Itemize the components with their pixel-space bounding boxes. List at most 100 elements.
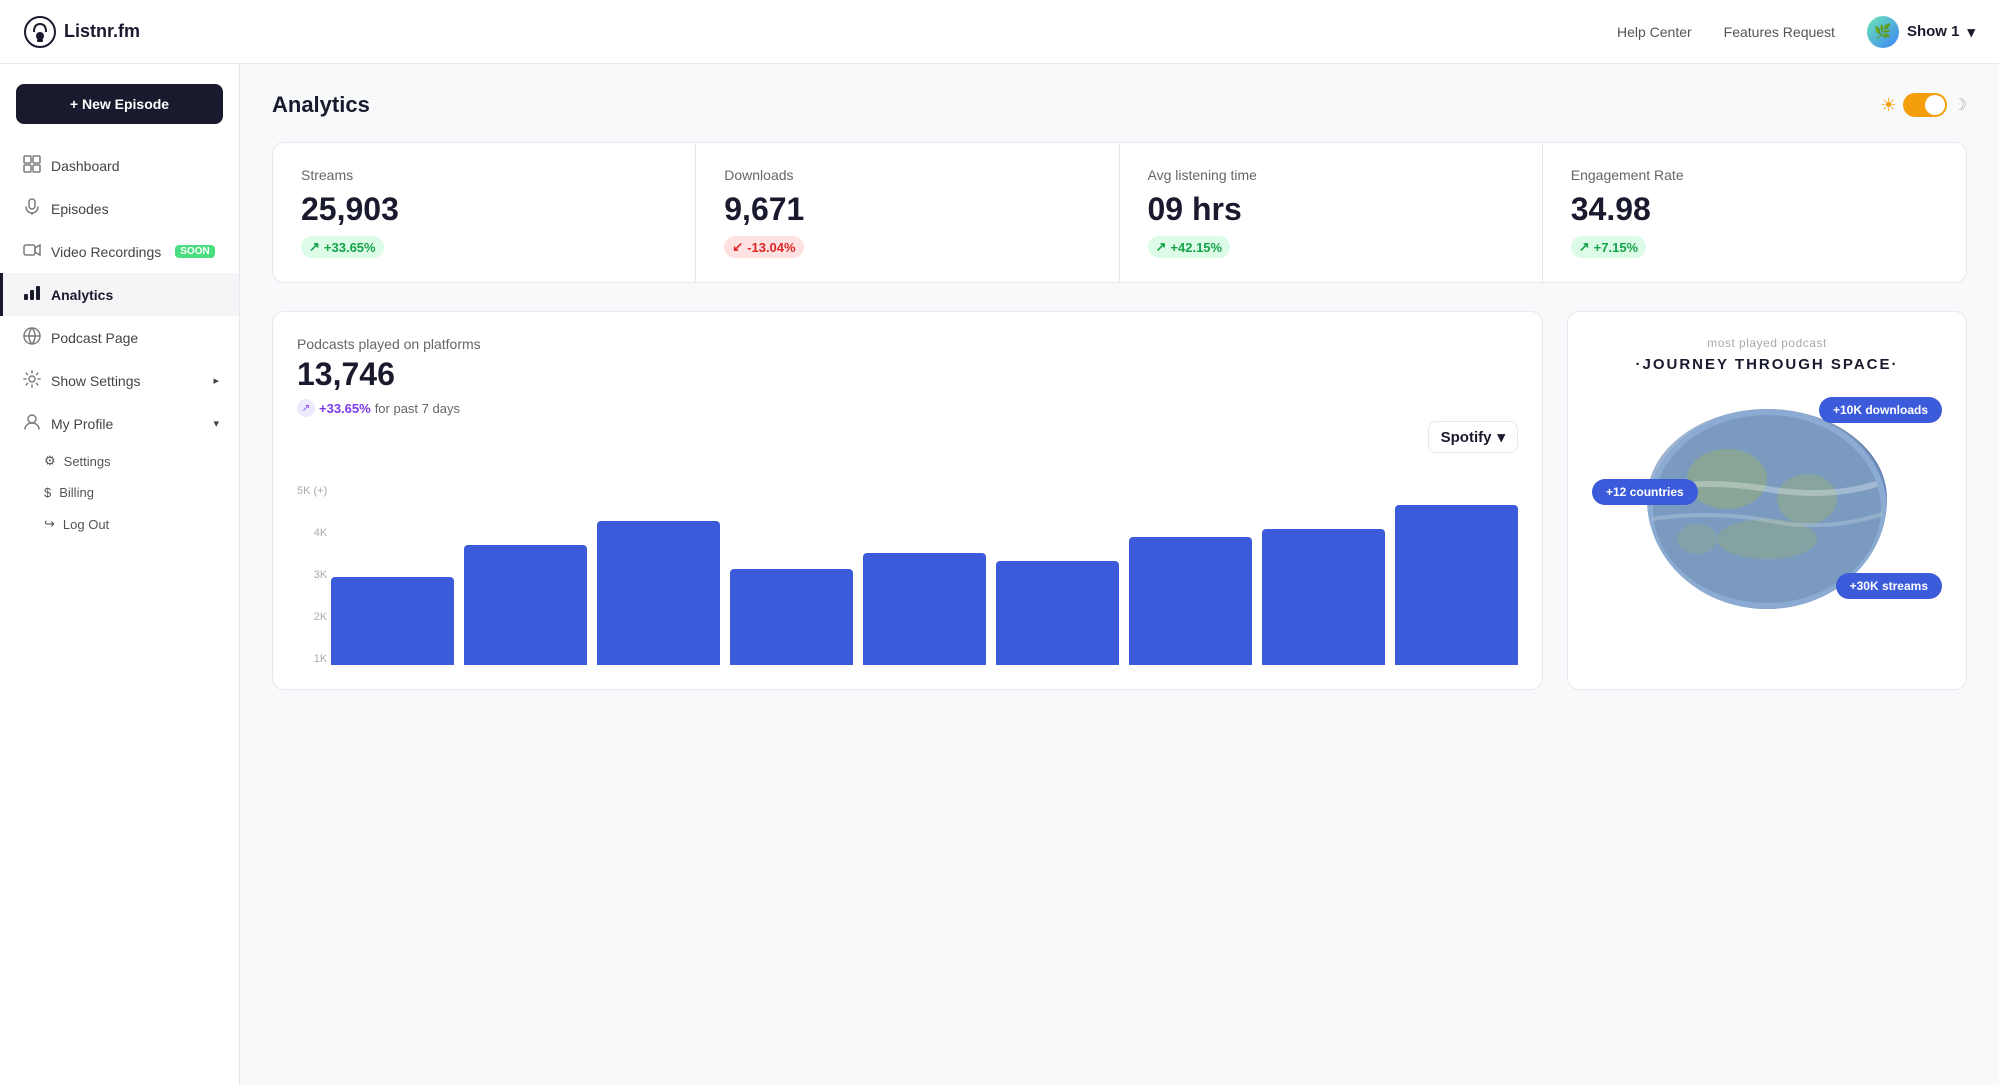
sidebar-item-show-settings[interactable]: Show Settings ▸	[0, 359, 239, 402]
chart-bar[interactable]	[730, 569, 853, 665]
settings-icon	[23, 370, 41, 391]
sidebar-item-label: Show Settings	[51, 373, 141, 389]
sidebar-sub-billing[interactable]: $ Billing	[44, 477, 239, 508]
sidebar-item-label: Episodes	[51, 201, 109, 217]
chart-bar[interactable]	[1262, 529, 1385, 665]
globe-icon	[23, 327, 41, 348]
sidebar-item-my-profile[interactable]: My Profile ▾	[0, 402, 239, 445]
gear-icon: ⚙	[44, 453, 56, 469]
trend-icon: ↗	[297, 399, 315, 417]
chart-change-period: for past 7 days	[375, 401, 460, 416]
show-selector[interactable]: 🌿 Show 1 ▾	[1867, 16, 1975, 48]
stat-value: 25,903	[301, 191, 667, 228]
main-content: Analytics ☀ ☽ Streams 25,903 ↗ +33.65% D…	[240, 64, 1999, 1085]
sidebar-item-label: My Profile	[51, 416, 113, 432]
stat-label: Downloads	[724, 167, 1090, 183]
platform-name: Spotify	[1441, 429, 1492, 446]
stat-label: Engagement Rate	[1571, 167, 1938, 183]
chart-header: Podcasts played on platforms 13,746 ↗ +3…	[297, 336, 1518, 417]
stats-grid: Streams 25,903 ↗ +33.65% Downloads 9,671…	[272, 142, 1967, 283]
theme-toggle-switch[interactable]	[1903, 93, 1947, 117]
sidebar-item-label: Analytics	[51, 287, 113, 303]
sub-label: Settings	[64, 454, 111, 469]
stat-change-value: +33.65%	[324, 240, 376, 255]
sidebar-item-label: Podcast Page	[51, 330, 138, 346]
logo[interactable]: Listnr.fm	[24, 16, 140, 48]
mic-icon	[23, 198, 41, 219]
most-played-label: most played podcast	[1592, 336, 1942, 350]
stat-change-value: -13.04%	[747, 240, 795, 255]
logo-text: Listnr.fm	[64, 21, 140, 42]
stat-card-avg-listening: Avg listening time 09 hrs ↗ +42.15%	[1120, 143, 1543, 282]
theme-toggle: ☀ ☽	[1881, 93, 1967, 117]
platform-selector[interactable]: Spotify ▾	[1428, 421, 1518, 453]
features-request-link[interactable]: Features Request	[1724, 24, 1835, 40]
chart-bar[interactable]	[1129, 537, 1252, 665]
stat-card-engagement: Engagement Rate 34.98 ↗ +7.15%	[1543, 143, 1966, 282]
show-avatar: 🌿	[1867, 16, 1899, 48]
sidebar-item-video-recordings[interactable]: Video Recordings SOON	[0, 230, 239, 273]
badge-countries[interactable]: +12 countries	[1592, 479, 1698, 505]
stat-value: 09 hrs	[1148, 191, 1514, 228]
new-episode-button[interactable]: + New Episode	[16, 84, 223, 124]
bottom-grid: Podcasts played on platforms 13,746 ↗ +3…	[272, 311, 1967, 690]
y-label: 1K	[297, 653, 327, 665]
stat-change: ↗ +33.65%	[301, 236, 384, 258]
chart-subtitle: ↗ +33.65% for past 7 days	[297, 399, 1518, 417]
header: Listnr.fm Help Center Features Request 🌿…	[0, 0, 1999, 64]
chart-controls: Spotify ▾	[297, 421, 1518, 453]
sidebar-item-analytics[interactable]: Analytics	[0, 273, 239, 316]
y-label: 5K (+)	[297, 485, 327, 497]
stat-label: Avg listening time	[1148, 167, 1514, 183]
layout: + New Episode Dashboard Episodes Video R…	[0, 0, 1999, 1085]
sub-label: Billing	[59, 485, 94, 500]
chevron-down-icon: ▾	[1497, 428, 1505, 446]
stat-change-value: +42.15%	[1170, 240, 1222, 255]
stat-change: ↗ +7.15%	[1571, 236, 1646, 258]
trend-up-icon: ↗	[309, 239, 320, 255]
sidebar-item-episodes[interactable]: Episodes	[0, 187, 239, 230]
soon-badge: SOON	[175, 245, 214, 258]
help-center-link[interactable]: Help Center	[1617, 24, 1692, 40]
chart-bar[interactable]	[597, 521, 720, 665]
badge-streams[interactable]: +30K streams	[1836, 573, 1942, 599]
show-name: Show 1	[1907, 23, 1960, 40]
trend-down-icon: ↙	[732, 239, 743, 255]
page-title: Analytics	[272, 92, 370, 118]
sidebar-item-label: Dashboard	[51, 158, 120, 174]
chart-bar[interactable]	[863, 553, 986, 665]
moon-icon: ☽	[1953, 95, 1967, 115]
sidebar-sub-logout[interactable]: ↪ Log Out	[44, 508, 239, 540]
y-label: 2K	[297, 611, 327, 623]
y-label: 4K	[297, 527, 327, 539]
stat-change: ↙ -13.04%	[724, 236, 803, 258]
video-icon	[23, 241, 41, 262]
sidebar-item-podcast-page[interactable]: Podcast Page	[0, 316, 239, 359]
sidebar-item-dashboard[interactable]: Dashboard	[0, 144, 239, 187]
chart-bar[interactable]	[1395, 505, 1518, 665]
stat-card-streams: Streams 25,903 ↗ +33.65%	[273, 143, 696, 282]
chevron-right-icon: ▸	[213, 374, 219, 387]
podcast-card: most played podcast ·JOURNEY THROUGH SPA…	[1567, 311, 1967, 690]
profile-submenu: ⚙ Settings $ Billing ↪ Log Out	[0, 445, 239, 540]
bar-chart-icon	[23, 284, 41, 305]
globe-container: +10K downloads +12 countries +30K stream…	[1592, 389, 1942, 609]
badge-downloads[interactable]: +10K downloads	[1819, 397, 1942, 423]
chart-change-pct: +33.65%	[319, 401, 371, 416]
chart-title: Podcasts played on platforms	[297, 336, 1518, 352]
logout-icon: ↪	[44, 516, 55, 532]
stat-value: 34.98	[1571, 191, 1938, 228]
chart-bar[interactable]	[331, 577, 454, 665]
chart-bar[interactable]	[996, 561, 1119, 665]
page-header: Analytics ☀ ☽	[272, 92, 1967, 118]
trend-up-icon: ↗	[1156, 239, 1167, 255]
bars-container	[331, 485, 1518, 665]
header-nav: Help Center Features Request 🌿 Show 1 ▾	[1617, 16, 1975, 48]
sidebar-sub-settings[interactable]: ⚙ Settings	[44, 445, 239, 477]
trend-up-icon: ↗	[1579, 239, 1590, 255]
dashboard-icon	[23, 155, 41, 176]
stat-value: 9,671	[724, 191, 1090, 228]
sidebar: + New Episode Dashboard Episodes Video R…	[0, 64, 240, 1085]
chevron-up-icon: ▾	[213, 417, 219, 430]
chart-bar[interactable]	[464, 545, 587, 665]
